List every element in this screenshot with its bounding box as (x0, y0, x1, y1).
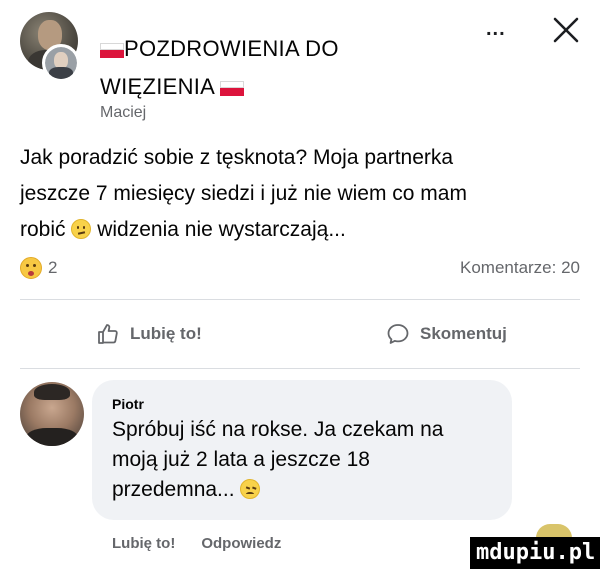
close-button[interactable] (548, 12, 584, 48)
comment-like-link[interactable]: Lubię to! (112, 535, 175, 552)
watermark: mdupiu.pl (470, 537, 600, 569)
close-icon (553, 17, 579, 43)
more-horizontal-icon: ... (486, 18, 506, 40)
confused-face-emoji (71, 219, 92, 239)
reactions-count[interactable]: 2 (48, 258, 57, 278)
comment-reply-link[interactable]: Odpowiedz (201, 535, 281, 552)
commenter-avatar[interactable] (20, 382, 84, 446)
surprised-face-emoji[interactable] (20, 257, 42, 279)
post-text-line: jeszcze 7 miesięcy siedzi i już nie wiem… (20, 182, 467, 205)
post-text: Jak poradzić sobie z tęsknota? Moja part… (20, 140, 580, 248)
comment-text-line: moją już 2 lata a jeszcze 18 (112, 448, 370, 471)
reply-avatar[interactable] (536, 524, 572, 538)
comment-button[interactable]: Skomentuj (386, 322, 507, 346)
post-author-name[interactable]: Maciej (100, 104, 146, 122)
comment-actions: Lubię to! Odpowiedz (112, 535, 281, 552)
more-options-button[interactable]: ... (486, 18, 526, 44)
comment-label: Skomentuj (420, 324, 507, 343)
comments-count[interactable]: Komentarze: 20 (380, 258, 580, 278)
author-avatar[interactable] (42, 44, 80, 82)
group-title[interactable]: POZDROWIENIA DO WIĘZIENIA (100, 30, 440, 106)
comment-text-line: Spróbuj iść na rokse. Ja czekam na (112, 418, 444, 441)
poland-flag-icon (220, 80, 245, 96)
speech-bubble-icon (387, 324, 409, 344)
poland-flag-icon (100, 42, 124, 58)
watermark-text: mdupiu.pl (476, 540, 596, 565)
thumbs-up-icon (98, 324, 118, 344)
comment-text: Spróbuj iść na rokse. Ja czekam na moją … (112, 415, 502, 505)
like-label: Lubię to! (130, 324, 202, 343)
group-title-line1: POZDROWIENIA DO (124, 36, 339, 61)
post-text-line: Jak poradzić sobie z tęsknota? Moja part… (20, 146, 454, 169)
post-text-line: robić widzenia nie wystarczają... (20, 218, 346, 241)
group-title-line2: WIĘZIENIA (100, 74, 214, 99)
divider (20, 368, 580, 369)
like-button[interactable]: Lubię to! (96, 322, 202, 346)
comment-author[interactable]: Piotr (112, 396, 144, 412)
comment-text-line: przedemna... (112, 475, 502, 505)
divider (20, 299, 580, 300)
sad-face-emoji (240, 479, 261, 499)
